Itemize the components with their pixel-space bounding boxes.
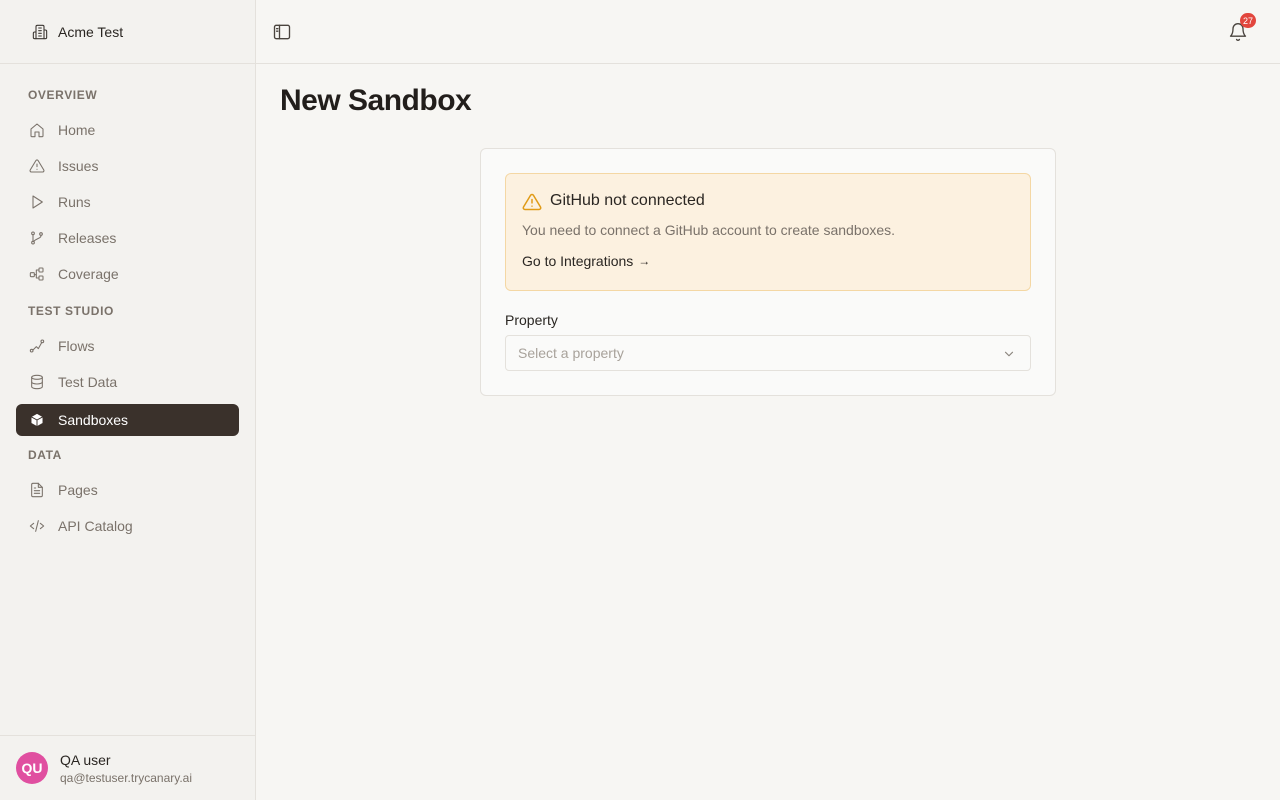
home-icon [28,121,46,139]
section-label-data: DATA [28,448,62,462]
chevron-down-icon [1002,347,1016,361]
avatar: QU [16,752,48,784]
section-label-overview: OVERVIEW [28,88,98,102]
workspace-switcher[interactable]: Acme Test [0,0,255,64]
user-name: QA user [60,751,111,768]
property-select[interactable]: Select a property [505,335,1031,371]
building-icon [32,24,48,40]
sidebar-item-test-data[interactable]: Test Data [16,366,239,398]
sidebar-item-pages[interactable]: Pages [16,474,239,506]
warning-icon [522,192,542,212]
alert-title: GitHub not connected [550,192,705,209]
code-icon [28,517,46,535]
sidebar-item-runs[interactable]: Runs [16,186,239,218]
sidebar-item-label: Runs [58,194,91,210]
sidebar-item-flows[interactable]: Flows [16,330,239,362]
sidebar-item-label: Test Data [58,374,118,390]
sidebar-item-sandboxes[interactable]: Sandboxes [16,404,239,436]
warning-icon [28,157,46,175]
sidebar-item-releases[interactable]: Releases [16,222,239,254]
sidebar-toggle-icon[interactable] [272,22,292,42]
sidebar-item-label: Coverage [58,266,119,282]
file-text-icon [28,481,46,499]
sidebar-item-label: Issues [58,158,99,174]
sidebar-item-api-catalog[interactable]: API Catalog [16,510,239,542]
integrations-link[interactable]: Go to Integrations → [522,253,650,269]
alert-description: You need to connect a GitHub account to … [522,222,896,238]
sidebar-item-label: Flows [58,338,95,354]
sidebar-item-label: Home [58,122,96,138]
github-alert: GitHub not connected You need to connect… [505,173,1031,291]
arrow-right-icon: → [638,254,651,268]
sidebar-item-label: API Catalog [58,518,133,534]
notification-badge: 27 [1239,13,1256,28]
sidebar-item-home[interactable]: Home [16,114,239,146]
route-icon [28,337,46,355]
git-branch-icon [28,229,46,247]
database-icon [28,373,46,391]
sandbox-form-card: GitHub not connected You need to connect… [480,148,1056,396]
sidebar-item-issues[interactable]: Issues [16,150,239,182]
sidebar: Acme Test OVERVIEW Home Issues Runs Rele… [0,0,256,800]
user-email: qa@testuser.trycanary.ai [60,770,193,785]
top-bar: 27 [256,0,1280,64]
integrations-link-label: Go to Integrations [522,253,634,269]
user-menu[interactable]: QU QA user qa@testuser.trycanary.ai [0,735,255,800]
sidebar-item-label: Pages [58,482,98,498]
workflow-icon [28,265,46,283]
workspace-name: Acme Test [58,23,124,40]
property-placeholder: Select a property [518,345,624,361]
box-icon [28,411,46,429]
section-label-test-studio: TEST STUDIO [28,304,114,318]
sidebar-item-coverage[interactable]: Coverage [16,258,239,290]
sidebar-item-label: Releases [58,230,117,246]
play-icon [28,193,46,211]
page-title: New Sandbox [280,84,472,117]
property-label: Property [505,312,558,328]
sidebar-item-label: Sandboxes [58,412,129,428]
